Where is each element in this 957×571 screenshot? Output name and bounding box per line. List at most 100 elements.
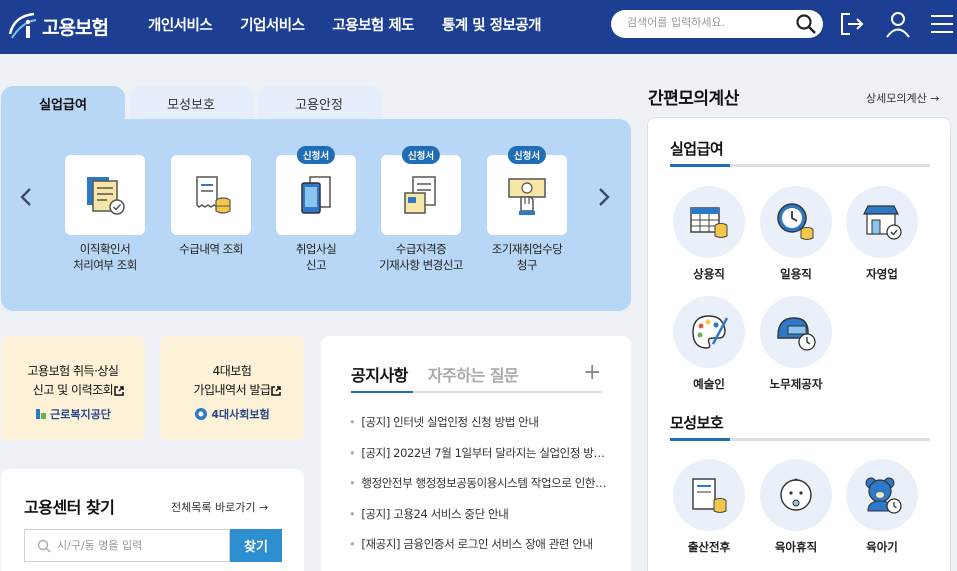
finder-input[interactable] bbox=[57, 539, 222, 552]
calculator-more-link[interactable]: 상세모의계산 → bbox=[866, 90, 939, 106]
service-separation-check[interactable]: 이직확인서 처리여부 조회 bbox=[50, 155, 160, 273]
calc-label: 육아기 bbox=[866, 540, 898, 554]
calc-childcare-period[interactable]: 육아기 bbox=[839, 459, 925, 555]
section-active-indicator bbox=[670, 438, 730, 441]
service-early-reemployment[interactable]: 신청서 조기재취업수당 청구 bbox=[472, 146, 582, 273]
shortcut-org-name: 4대사회보험 bbox=[211, 408, 270, 421]
palette-icon bbox=[692, 315, 729, 349]
notice-item[interactable]: [공지] 인터넷 실업인정 신청 방법 안내 bbox=[349, 414, 609, 445]
search-icon bbox=[37, 539, 51, 553]
notice-board: 공지사항 자주하는 질문 + [공지] 인터넷 실업인정 신청 방법 안내 [공… bbox=[321, 336, 631, 571]
comwel-logo-icon bbox=[36, 409, 47, 419]
search-input[interactable] bbox=[627, 16, 792, 29]
documents-edit-icon bbox=[404, 176, 436, 214]
shortcut-org: 4대사회보험 bbox=[160, 406, 304, 422]
calc-icon-circle bbox=[846, 459, 918, 531]
calc-self-employed[interactable]: 자영업 bbox=[839, 186, 925, 282]
phone-document-icon bbox=[301, 176, 331, 214]
user-icon[interactable] bbox=[884, 10, 912, 38]
calc-icon-circle bbox=[760, 459, 832, 531]
login-icon[interactable] bbox=[838, 10, 866, 38]
service-label: 취업사실 신고 bbox=[295, 242, 337, 272]
main-nav: 개인서비스 기업서비스 고용보험 제도 통계 및 정보공개 bbox=[148, 14, 569, 35]
calc-label: 자영업 bbox=[866, 267, 898, 281]
logo-icon bbox=[8, 12, 37, 39]
tab-maternity[interactable]: 모성보호 bbox=[129, 86, 253, 120]
calc-daily-worker[interactable]: 일용직 bbox=[753, 186, 839, 282]
maternity-section-title: 모성보호 bbox=[670, 414, 724, 432]
nav-business-service[interactable]: 기업서비스 bbox=[240, 14, 305, 35]
calc-parental-leave[interactable]: 육아휴직 bbox=[753, 459, 839, 555]
form-badge: 신청서 bbox=[296, 146, 336, 164]
store-check-icon bbox=[863, 205, 902, 240]
calc-label: 노무제공자 bbox=[769, 377, 823, 391]
notice-tabs: 공지사항 자주하는 질문 bbox=[351, 362, 519, 386]
service-icon-box bbox=[171, 155, 251, 235]
calc-label: 일용직 bbox=[780, 267, 812, 281]
finder-all-link[interactable]: 전체목록 바로가기 → bbox=[171, 499, 268, 515]
notice-item[interactable]: [공지] 2022년 7월 1일부터 달라지는 실업인정 방법 안내 bbox=[349, 445, 609, 476]
calc-icon-circle bbox=[673, 186, 745, 258]
form-badge: 신청서 bbox=[507, 146, 547, 164]
site-logo[interactable]: 고용보험 bbox=[0, 6, 120, 46]
tab-faq[interactable]: 자주하는 질문 bbox=[428, 362, 519, 386]
more-plus-icon[interactable]: + bbox=[583, 360, 601, 385]
calc-label: 육아휴직 bbox=[774, 540, 818, 554]
finder-field bbox=[24, 529, 230, 562]
find-button[interactable]: 찾기 bbox=[230, 529, 282, 562]
calc-icon-circle bbox=[673, 296, 745, 368]
shortcut-org-name: 근로복지공단 bbox=[50, 408, 111, 421]
calc-label: 상용직 bbox=[693, 267, 725, 281]
shortcut-org: 근로복지공단 bbox=[1, 406, 145, 422]
calc-labor-provider[interactable]: 노무제공자 bbox=[753, 296, 839, 392]
service-icon-box: 신청서 bbox=[276, 146, 356, 235]
calc-artist[interactable]: 예술인 bbox=[666, 296, 752, 392]
calendar-coins-icon bbox=[690, 207, 728, 238]
nav-personal-service[interactable]: 개인서비스 bbox=[148, 14, 213, 35]
notice-list: [공지] 인터넷 실업인정 신청 방법 안내 [공지] 2022년 7월 1일부… bbox=[349, 414, 609, 567]
finder-title: 고용센터 찾기 bbox=[24, 498, 115, 517]
finder-all-link-label: 전체목록 바로가기 bbox=[171, 501, 256, 514]
center-finder: 고용센터 찾기 전체목록 바로가기 → 찾기 bbox=[1, 469, 304, 571]
tab-employment-stability[interactable]: 고용안정 bbox=[257, 86, 381, 120]
service-qualification-change[interactable]: 신청서 수급자격증 기재사항 변경신고 bbox=[366, 146, 476, 273]
chevron-right-icon[interactable] bbox=[591, 185, 615, 209]
nav-insurance-system[interactable]: 고용보험 제도 bbox=[332, 14, 414, 35]
document-coins-icon bbox=[692, 478, 727, 513]
tab-notice[interactable]: 공지사항 bbox=[351, 362, 408, 386]
tab-unemployment[interactable]: 실업급여 bbox=[1, 86, 125, 120]
notice-active-indicator bbox=[351, 391, 413, 393]
service-icon-box bbox=[65, 155, 145, 235]
menu-icon[interactable] bbox=[928, 10, 956, 38]
search-icon[interactable] bbox=[795, 13, 817, 35]
calc-maternity-leave[interactable]: 출산전후 bbox=[666, 459, 752, 555]
service-employment-report[interactable]: 신청서 취업사실 신고 bbox=[261, 146, 371, 273]
calc-regular-worker[interactable]: 상용직 bbox=[666, 186, 752, 282]
logo-text: 고용보험 bbox=[42, 16, 109, 39]
header-search bbox=[611, 10, 823, 38]
service-label: 조기재취업수당 청구 bbox=[491, 242, 563, 272]
helmet-clock-icon bbox=[777, 317, 816, 351]
shortcut-card-4insurance[interactable]: 4대보험 가입내역서 발급 4대사회보험 bbox=[160, 336, 304, 440]
calculator-box: 실업급여 상용직 일용직 자영업 예술인 노무제공자 모성보호 출산전후 육아휴… bbox=[647, 117, 951, 571]
service-label: 이직확인서 처리여부 조회 bbox=[73, 242, 137, 272]
notice-item[interactable]: [공지] 고용24 서비스 중단 안내 bbox=[349, 506, 609, 537]
chevron-left-icon[interactable] bbox=[15, 185, 39, 209]
form-badge: 신청서 bbox=[401, 146, 441, 164]
clock-coins-icon bbox=[777, 203, 814, 240]
service-label: 수급자격증 기재사항 변경신고 bbox=[379, 242, 463, 272]
shortcut-title: 4대보험 가입내역서 발급 bbox=[193, 364, 271, 397]
external-link-icon bbox=[271, 386, 281, 396]
service-icon-box: 신청서 bbox=[487, 146, 567, 235]
notice-item[interactable]: 행정안전부 행정정보공동이용시스템 작업으로 인한 서비스 중단 안내 bbox=[349, 475, 609, 506]
calc-icon-circle bbox=[760, 186, 832, 258]
top-header: 고용보험 개인서비스 기업서비스 고용보험 제도 통계 및 정보공개 bbox=[0, 0, 957, 54]
document-check-icon bbox=[87, 177, 125, 215]
section-active-indicator bbox=[670, 164, 730, 167]
receipt-coins-icon bbox=[196, 176, 231, 214]
service-panel: 이직확인서 처리여부 조회 수급내역 조회 신청서 취업사실 신고 신청서 수급… bbox=[1, 119, 631, 311]
notice-item[interactable]: [재공지] 금융인증서 로그인 서비스 장애 관련 안내 bbox=[349, 536, 609, 567]
calc-label: 출산전후 bbox=[687, 540, 731, 554]
service-benefit-history[interactable]: 수급내역 조회 bbox=[156, 155, 266, 257]
nav-statistics[interactable]: 통계 및 정보공개 bbox=[442, 14, 541, 35]
